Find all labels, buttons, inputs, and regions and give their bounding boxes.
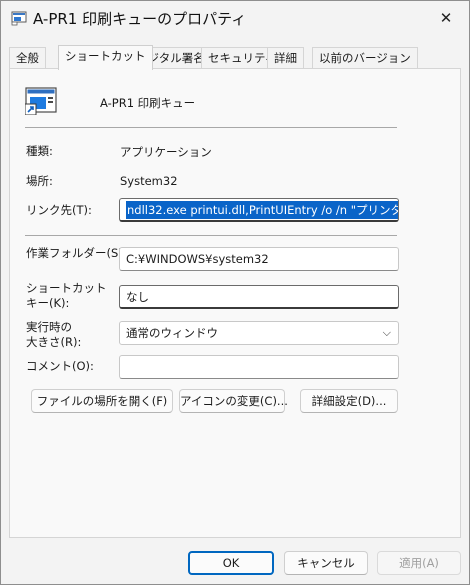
tab-shortcut[interactable]: ショートカット [58,45,153,70]
type-value: アプリケーション [120,145,212,159]
tab-details[interactable]: 詳細 [267,47,304,69]
tab-previous-versions[interactable]: 以前のバージョン [312,47,418,69]
location-value: System32 [120,174,178,188]
comment-label: コメント(O): [26,359,94,373]
shortcut-name: A-PR1 印刷キュー [100,96,196,110]
shortcut-printer-icon [25,87,57,115]
target-input[interactable]: ndll32.exe printui.dll,PrintUIEntry /o /… [119,198,399,222]
ok-button[interactable]: OK [188,551,274,575]
window-title: A-PR1 印刷キューのプロパティ [33,10,247,28]
cancel-button[interactable]: キャンセル [284,551,368,575]
comment-input[interactable] [119,355,399,379]
open-file-location-button[interactable]: ファイルの場所を開く(F) [31,389,173,413]
tab-general[interactable]: 全般 [9,47,46,69]
divider [25,235,397,236]
start-in-label: 作業フォルダー(S): [26,246,127,260]
type-label: 種類: [26,144,53,158]
run-size-value: 通常のウィンドウ [126,326,218,340]
properties-dialog: A-PR1 印刷キューのプロパティ ✕ 全般 ショートカット デジタル署名 セキ… [0,0,470,585]
shortcut-tab-panel: A-PR1 印刷キュー 種類: アプリケーション 場所: System32 リン… [9,68,461,538]
dialog-footer: OK キャンセル 適用(A) [1,538,469,584]
run-label-line1: 実行時の [26,320,72,334]
divider [25,127,397,128]
target-label: リンク先(T): [26,203,92,217]
chevron-down-icon: ⌵ [382,326,391,339]
close-icon: ✕ [439,9,453,27]
change-icon-button[interactable]: アイコンの変更(C)... [179,389,288,413]
shortcut-key-label-line2: キー(K): [26,296,70,310]
apply-button[interactable]: 適用(A) [377,551,461,575]
tab-strip: 全般 ショートカット デジタル署名 セキュリティ 詳細 以前のバージョン [9,45,461,70]
run-size-dropdown[interactable]: 通常のウィンドウ ⌵ [119,321,399,345]
start-in-input[interactable]: C:¥WINDOWS¥system32 [119,247,399,271]
shortcut-key-input[interactable]: なし [119,285,399,309]
close-button[interactable]: ✕ [423,1,469,35]
target-text: ndll32.exe printui.dll,PrintUIEntry /o /… [126,201,398,219]
location-label: 場所: [26,174,53,188]
shortcut-key-label-line1: ショートカット [26,281,107,295]
run-label-line2: 大きさ(R): [26,335,82,349]
title-bar: A-PR1 印刷キューのプロパティ ✕ [1,1,469,37]
printer-queue-icon [11,11,27,26]
advanced-button[interactable]: 詳細設定(D)... [300,389,398,413]
